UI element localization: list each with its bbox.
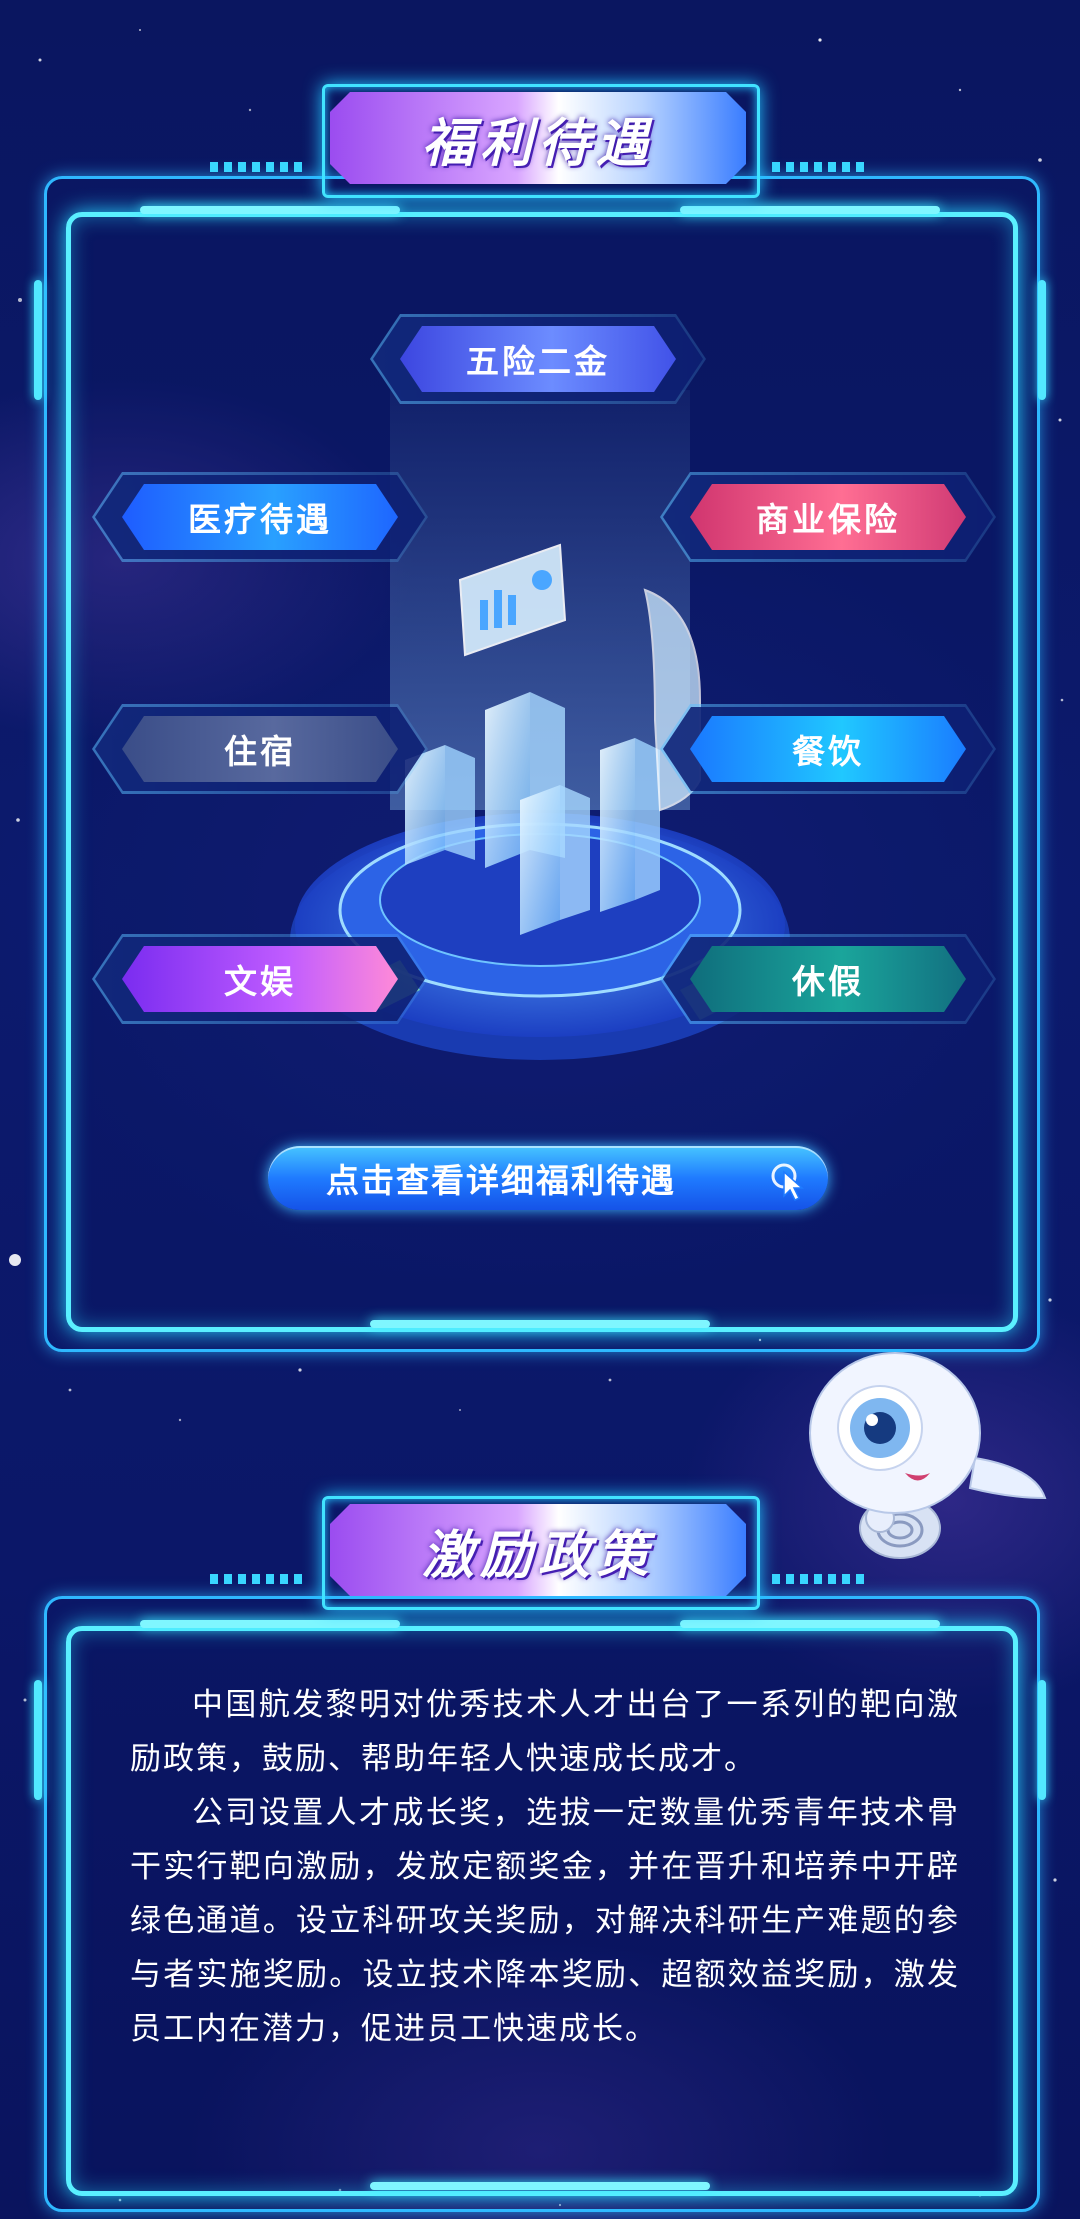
incentives-body: 中国航发黎明对优秀技术人才出台了一系列的靶向激励政策，鼓励、帮助年轻人快速成长成… xyxy=(130,1678,960,2056)
incentives-frame-accent-top-right xyxy=(680,1620,940,1628)
benefit-tag-entertainment[interactable]: 文娱 xyxy=(92,934,428,1024)
benefits-title-banner: 福利待遇 xyxy=(330,92,746,184)
benefits-right-sidebar xyxy=(1038,280,1046,400)
incentives-frame-accent-bottom xyxy=(370,2182,710,2190)
incentives-paragraph: 中国航发黎明对优秀技术人才出台了一系列的靶向激励政策，鼓励、帮助年轻人快速成长成… xyxy=(130,1687,960,1777)
tag-label: 文娱 xyxy=(122,946,398,1012)
benefits-frame-accent-top-right xyxy=(680,206,940,214)
tag-label: 医疗待遇 xyxy=(122,484,398,550)
tag-label: 住宿 xyxy=(122,716,398,782)
view-benefits-details-button[interactable]: 点击查看详细福利待遇 xyxy=(268,1146,828,1210)
incentives-title: 激励政策 xyxy=(421,1525,654,1586)
benefits-left-sidebar xyxy=(34,280,42,400)
tag-label: 商业保险 xyxy=(690,484,966,550)
benefit-tag-insurance-funds[interactable]: 五险二金 xyxy=(370,314,706,404)
incentives-title-banner: 激励政策 xyxy=(330,1504,746,1596)
tag-label: 五险二金 xyxy=(400,326,676,392)
title-tick-left xyxy=(210,162,306,172)
benefits-frame-accent-top xyxy=(140,206,400,214)
title-tick-right xyxy=(772,1574,868,1584)
benefits-frame-accent-bottom xyxy=(370,1320,710,1328)
title-tick-left xyxy=(210,1574,306,1584)
tag-label: 休假 xyxy=(690,946,966,1012)
mascot-robot xyxy=(809,1352,1047,1559)
benefit-tag-dining[interactable]: 餐饮 xyxy=(660,704,996,794)
benefit-tag-vacation[interactable]: 休假 xyxy=(660,934,996,1024)
benefits-title: 福利待遇 xyxy=(421,113,654,174)
tag-label: 餐饮 xyxy=(690,716,966,782)
incentives-paragraph: 公司设置人才成长奖，选拔一定数量优秀青年技术骨干实行靶向激励，发放定额奖金，并在… xyxy=(130,1795,960,2047)
pointer-cursor-icon xyxy=(771,1163,804,1202)
benefit-tag-commercial-insurance[interactable]: 商业保险 xyxy=(660,472,996,562)
benefit-tag-medical[interactable]: 医疗待遇 xyxy=(92,472,428,562)
incentives-right-sidebar xyxy=(1038,1680,1046,1800)
benefit-tag-accommodation[interactable]: 住宿 xyxy=(92,704,428,794)
title-tick-right xyxy=(772,162,868,172)
cta-label: 点击查看详细福利待遇 xyxy=(326,1161,676,1200)
incentives-frame-accent-top xyxy=(140,1620,400,1628)
incentives-left-sidebar xyxy=(34,1680,42,1800)
